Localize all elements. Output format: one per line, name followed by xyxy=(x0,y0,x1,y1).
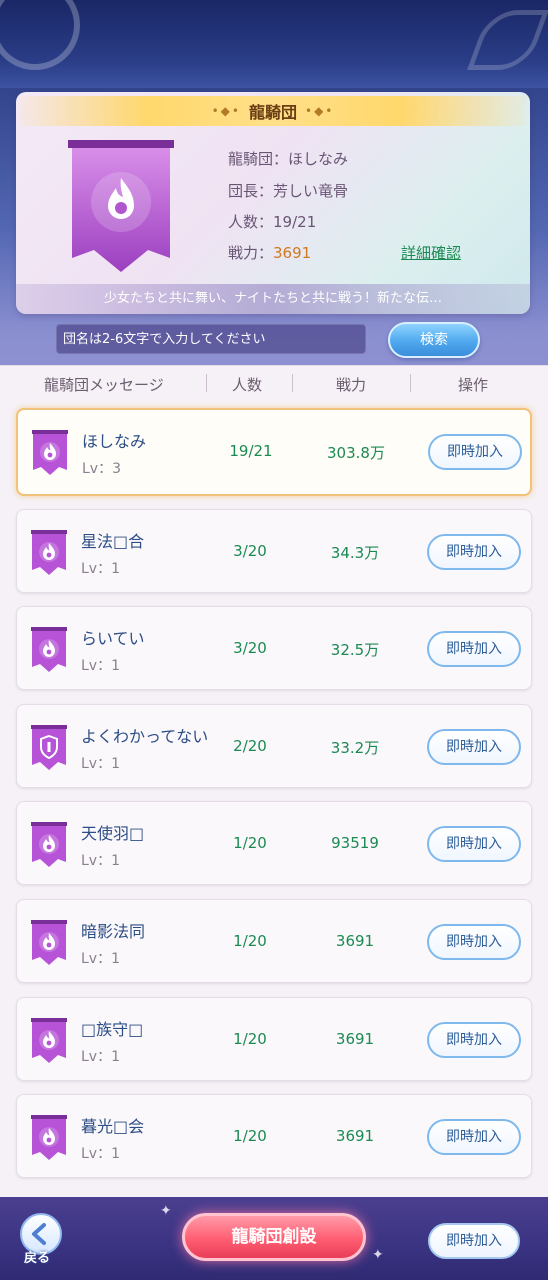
guild-row-power: 33.2万 xyxy=(330,739,380,757)
ribbon-dots-left-icon: •◆• xyxy=(211,104,241,118)
create-guild-button[interactable]: 龍騎団創設 xyxy=(182,1213,366,1261)
quick-join-button[interactable]: 即時加入 xyxy=(428,1223,520,1259)
guild-row[interactable]: ほしなみ Lv：3 19/21 303.8万 即時加入 xyxy=(16,408,532,496)
shield-emblem-icon xyxy=(31,725,67,771)
guild-row-power: 303.8万 xyxy=(327,444,385,462)
members-value: 19/21 xyxy=(273,213,317,231)
search-button[interactable]: 検索 xyxy=(388,322,480,358)
col-message-header: 龍騎団メッセージ xyxy=(44,376,164,394)
join-button[interactable]: 即時加入 xyxy=(427,924,521,960)
flame-emblem-icon xyxy=(31,1018,67,1064)
guild-row-members: 3/20 xyxy=(233,639,267,657)
guild-row-name: □族守□ xyxy=(81,1020,144,1039)
col-action-header: 操作 xyxy=(458,376,489,394)
header-divider xyxy=(410,374,411,392)
guild-row[interactable]: 星法□合 Lv：1 3/20 34.3万 即時加入 xyxy=(16,509,532,593)
guild-row[interactable]: 天使羽□ Lv：1 1/20 93519 即時加入 xyxy=(16,801,532,885)
guild-members-line: 人数：19/21 xyxy=(228,211,316,232)
members-prefix: 人数： xyxy=(228,213,274,231)
guild-row-name: 暮光□会 xyxy=(81,1117,145,1136)
header-divider xyxy=(292,374,293,392)
guild-row[interactable]: よくわかってない Lv：1 2/20 33.2万 即時加入 xyxy=(16,704,532,788)
flame-emblem-icon xyxy=(31,530,67,576)
ribbon-dots-right-icon: •◆• xyxy=(305,104,335,118)
guild-row-name: 天使羽□ xyxy=(81,824,145,843)
guild-row-level: Lv：3 xyxy=(82,461,121,477)
join-button[interactable]: 即時加入 xyxy=(428,434,522,470)
card-title: 龍騎団 xyxy=(248,103,297,122)
guild-row-members: 1/20 xyxy=(233,1127,267,1145)
top-decor-bar xyxy=(0,0,548,88)
guild-row-name: 星法□合 xyxy=(81,532,145,551)
power-value: 3691 xyxy=(273,244,312,262)
guild-row[interactable]: □族守□ Lv：1 1/20 3691 即時加入 xyxy=(16,997,532,1081)
header-divider xyxy=(206,374,207,392)
guild-row[interactable]: 暮光□会 Lv：1 1/20 3691 即時加入 xyxy=(16,1094,532,1178)
guild-row-members: 2/20 xyxy=(233,737,267,755)
guild-row-level: Lv：1 xyxy=(81,561,120,577)
table-header: 龍騎団メッセージ 人数 戦力 操作 xyxy=(0,366,548,400)
col-members-header: 人数 xyxy=(232,376,263,394)
flame-emblem-icon xyxy=(31,920,67,966)
guild-motto: 少女たちと共に舞い、ナイトたちと共に戦う！新たな伝… xyxy=(16,284,530,314)
guild-row-name: 暗影法同 xyxy=(81,922,146,941)
decor-ring xyxy=(0,0,80,70)
guild-row-name: よくわかってない xyxy=(81,727,209,746)
join-button[interactable]: 即時加入 xyxy=(427,631,521,667)
guild-banner-icon xyxy=(68,140,174,272)
guild-row-members: 1/20 xyxy=(233,932,267,950)
guild-row-level: Lv：1 xyxy=(81,756,120,772)
guild-row-level: Lv：1 xyxy=(81,853,120,869)
flame-emblem-icon xyxy=(31,1115,67,1161)
title-ribbon: •◆• 龍騎団 •◆• xyxy=(20,96,526,126)
guild-name-label: 龍騎団：ほしなみ xyxy=(228,150,349,168)
guild-leader-label: 団長：芳しい竜骨 xyxy=(228,182,349,200)
guild-row-power: 93519 xyxy=(331,834,379,852)
guild-power-line: 戦力：3691 xyxy=(228,242,311,263)
bottom-bar: ✦ ✦ 戻る 龍騎団創設 即時加入 xyxy=(0,1197,548,1280)
power-prefix: 戦力： xyxy=(228,244,274,262)
guild-row-power: 34.3万 xyxy=(330,544,380,562)
join-button[interactable]: 即時加入 xyxy=(427,826,521,862)
guild-row[interactable]: 暗影法同 Lv：1 1/20 3691 即時加入 xyxy=(16,899,532,983)
join-button[interactable]: 即時加入 xyxy=(427,1119,521,1155)
flame-emblem-icon xyxy=(31,822,67,868)
flame-emblem-icon xyxy=(32,430,68,476)
sparkle-icon: ✦ xyxy=(372,1247,384,1263)
guild-row-members: 1/20 xyxy=(233,834,267,852)
guild-info-card: •◆• 龍騎団 •◆• 龍騎団：ほしなみ 団長：芳しい竜骨 人数：19/21 戦… xyxy=(16,92,530,314)
guild-row-members: 3/20 xyxy=(233,542,267,560)
guild-search-input[interactable]: 団名は2-6文字で入力してください xyxy=(56,324,366,354)
guild-row-power: 3691 xyxy=(335,932,375,950)
guild-row[interactable]: らいてい Lv：1 3/20 32.5万 即時加入 xyxy=(16,606,532,690)
guild-row-level: Lv：1 xyxy=(81,1049,120,1065)
join-button[interactable]: 即時加入 xyxy=(427,1022,521,1058)
guild-row-members: 1/20 xyxy=(233,1030,267,1048)
join-button[interactable]: 即時加入 xyxy=(427,534,521,570)
guild-row-level: Lv：1 xyxy=(81,951,120,967)
guild-row-power: 32.5万 xyxy=(330,641,380,659)
col-power-header: 戦力 xyxy=(336,376,367,394)
detail-confirm-link[interactable]: 詳細確認 xyxy=(401,242,461,263)
guild-row-power: 3691 xyxy=(335,1127,375,1145)
guild-row-name: らいてい xyxy=(81,629,145,648)
guild-row-name: ほしなみ xyxy=(82,432,147,451)
decor-swirl xyxy=(467,10,548,70)
guild-row-power: 3691 xyxy=(335,1030,375,1048)
sparkle-icon: ✦ xyxy=(160,1203,172,1219)
join-button[interactable]: 即時加入 xyxy=(427,729,521,765)
guild-row-members: 19/21 xyxy=(229,442,273,460)
back-label: 戻る xyxy=(24,1251,51,1266)
flame-emblem-icon xyxy=(31,627,67,673)
guild-row-level: Lv：1 xyxy=(81,1146,120,1162)
guild-row-level: Lv：1 xyxy=(81,658,120,674)
